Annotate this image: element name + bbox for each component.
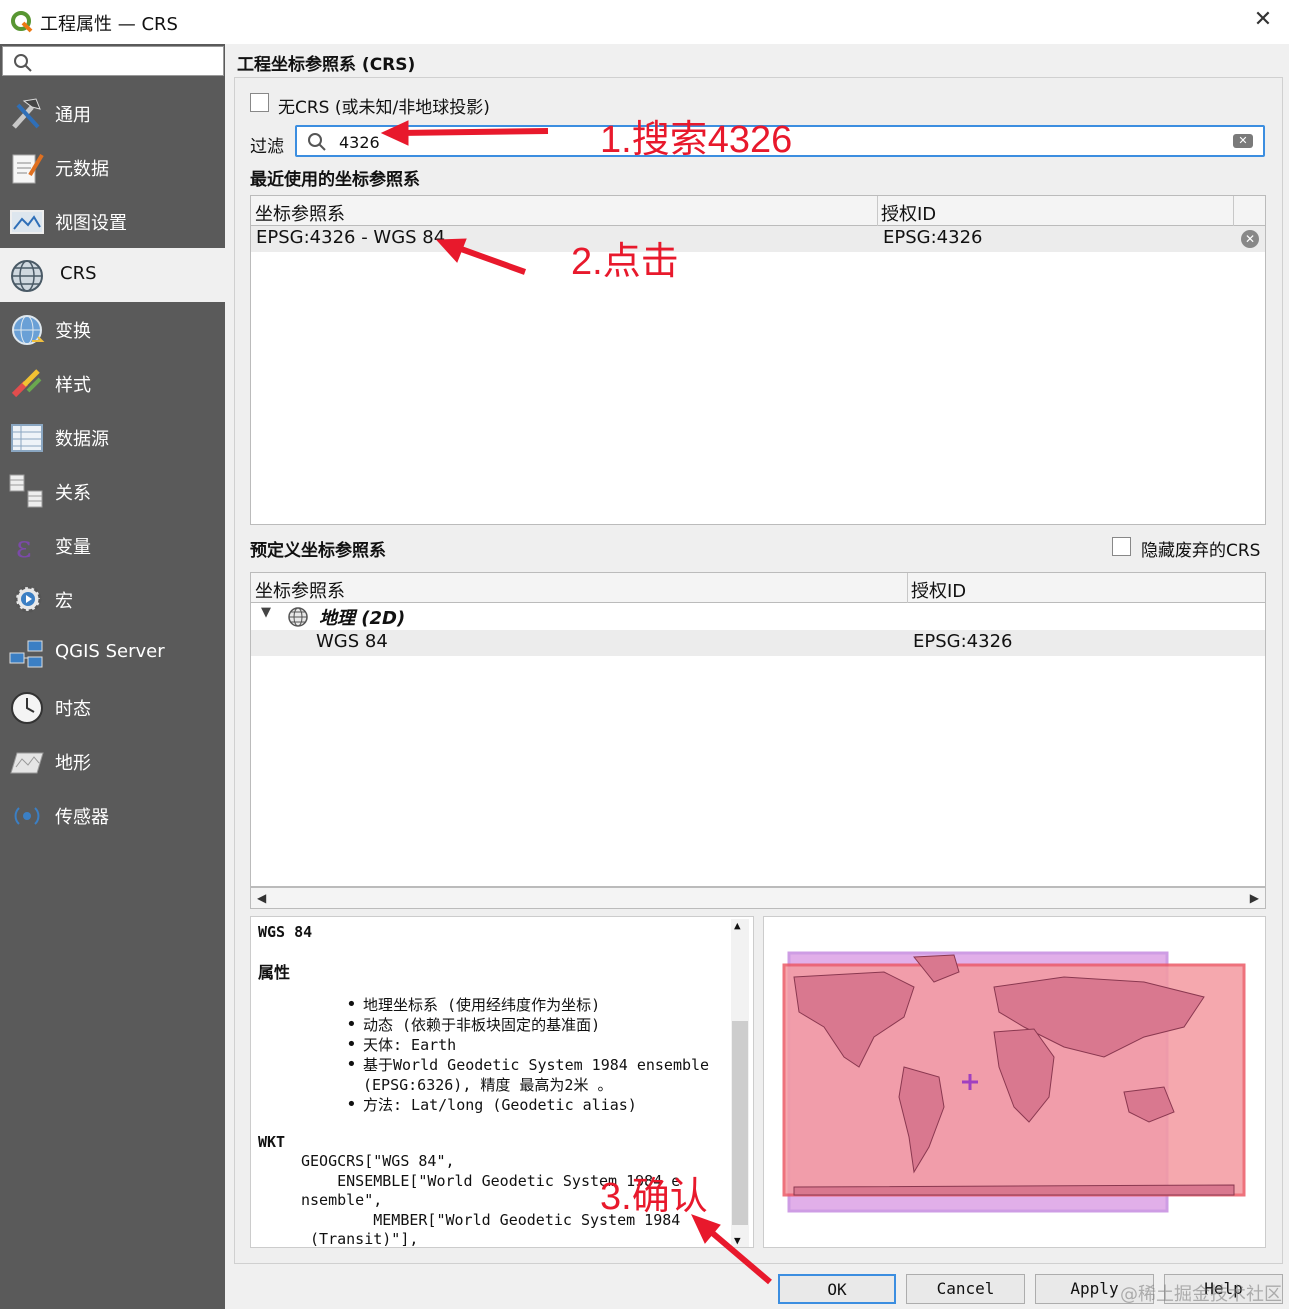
- annotation-arrows: [380, 120, 772, 1285]
- annotation-step2: 2.点击: [571, 241, 679, 283]
- annotation-step1: 1.搜索4326: [600, 119, 793, 161]
- watermark: @稀土掘金技术社区: [1120, 1284, 1282, 1305]
- annotation-step3: 3.确认: [600, 1176, 708, 1218]
